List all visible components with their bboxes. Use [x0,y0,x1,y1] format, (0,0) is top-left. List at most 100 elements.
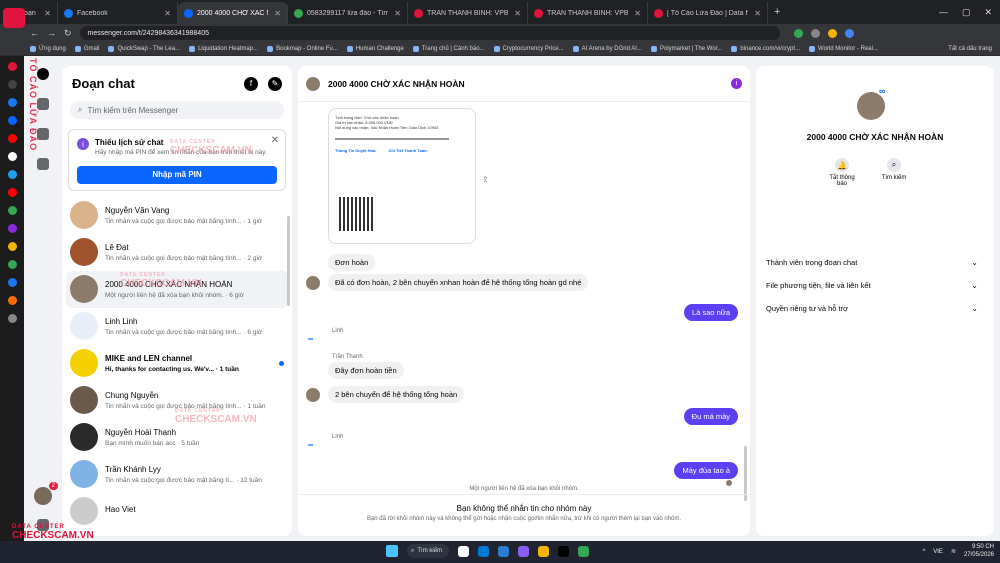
url-field[interactable]: messenger.com/t/24298436341988405 [79,26,780,40]
chevron-up-icon[interactable]: ^ [922,549,925,555]
close-icon[interactable]: ✕ [271,135,279,146]
new-message-icon[interactable]: ✎ [268,76,282,91]
bookmark-item[interactable]: Gmail [74,45,99,52]
maximize-icon[interactable]: ▢ [962,7,971,18]
wifi-icon[interactable]: ≋ [951,548,956,555]
forward-icon[interactable]: → [47,28,56,38]
app-icon[interactable] [518,545,529,557]
back-icon[interactable]: ← [30,28,39,38]
bookmark-item[interactable]: Cryptocurrency Price... [493,45,564,52]
section-media[interactable]: File phương tiện, file và liên kết ⌄ [766,281,978,290]
app-icon[interactable] [7,296,17,305]
close-tab-icon[interactable]: ✕ [394,9,401,18]
conversation-title[interactable]: 2000 4000 CHỜ XÁC NHẬN HOÀN [328,79,465,89]
bookmark-item[interactable]: binance.com/vi/crypt... [731,45,800,52]
bookmark-item[interactable]: QuickSwap - The Lea... [108,45,180,52]
close-tab-icon[interactable]: ✕ [164,9,171,18]
facebook-icon[interactable]: f [244,76,258,91]
app-icon[interactable] [7,98,17,107]
incoming-message[interactable]: 2 bên chuyển để hệ thống tổng hoàn [328,386,465,403]
conversation-item[interactable]: Trần Khánh Lyy Tin nhắn và cuộc gọi được … [62,456,292,493]
bookmark-item[interactable]: Bookmap - Online Fu... [267,45,338,52]
app-icon[interactable] [7,314,17,323]
browser-tab[interactable]: 2000 4000 CHỜ XÁC NHẬN ✕ [178,2,288,24]
extension-icon[interactable] [810,28,820,38]
chats-icon[interactable] [37,68,49,80]
close-tab-icon[interactable]: ✕ [634,9,641,18]
bookmark-item[interactable]: Ứng dụng [30,45,66,52]
requests-icon[interactable] [37,128,49,140]
group-avatar[interactable] [857,92,885,120]
browser-tab[interactable]: TRAN THANH BINH: VPBank 058 ✕ [408,2,528,24]
extension-icon[interactable] [844,28,854,38]
minimize-icon[interactable]: — [939,7,948,18]
app-icon[interactable] [7,242,17,251]
incoming-message[interactable]: Đã có đơn hoàn, 2 bên chuyển xnhan hoàn … [328,274,589,291]
close-tab-icon[interactable]: ✕ [274,9,281,18]
extension-icon[interactable] [827,28,837,38]
app-icon[interactable] [7,152,17,161]
start-icon[interactable] [386,545,398,557]
app-icon[interactable] [7,116,17,125]
bookmark-item[interactable]: Polymarket | The Wor... [650,45,722,52]
chrome-icon[interactable] [578,545,589,557]
browser-tab[interactable]: TRAN THANH BINH: VPBank 058 ✕ [528,2,648,24]
reload-icon[interactable]: ↻ [64,28,72,39]
browser-tab[interactable]: Facebook ✕ [58,2,178,24]
conversation-item[interactable]: Hao Viet [62,493,292,530]
app-icon[interactable] [478,545,489,557]
search-button[interactable]: ⌕ Tìm kiếm [878,158,910,187]
app-icon[interactable] [458,545,469,557]
scrollbar[interactable] [287,216,290,306]
section-members[interactable]: Thành viên trong đoạn chat ⌄ [766,258,978,267]
app-icon[interactable] [7,260,17,269]
app-icon[interactable] [498,545,509,557]
archive-icon[interactable] [37,158,49,170]
app-icon[interactable] [7,278,17,287]
search-input[interactable]: ⌕ Tìm kiếm trên Messenger [70,101,284,119]
conversation-item[interactable]: MIKE and LEN channel Hi, thanks for conta… [62,345,292,382]
outgoing-message[interactable]: Là sao nữa [684,304,738,321]
incoming-message[interactable]: Đây đơn hoàn tiền [328,362,404,379]
outgoing-message[interactable]: Đu má mày [683,408,738,425]
folder-icon[interactable] [538,545,549,557]
conversation-item[interactable]: Lê Đạt Tin nhắn và cuộc gọi được bảo mật … [62,234,292,271]
taskbar-search[interactable]: ⌕ Tìm kiếm [407,544,449,558]
mute-button[interactable]: 🔔 Tắt thông báo [826,158,858,187]
share-icon[interactable]: ⇪ [482,175,489,184]
close-tab-icon[interactable]: ✕ [514,9,521,18]
conversation-item[interactable]: Nguyễn Văn Vang Tin nhắn và cuộc gọi được… [62,197,292,234]
bookmark-item[interactable]: Trang chủ | Cảnh báo... [412,45,485,52]
conversation-item[interactable]: Linh Linh Tin nhắn và cuộc gọi được bảo m… [62,308,292,345]
scrollbar[interactable] [744,446,747,501]
app-icon[interactable] [7,188,17,197]
app-icon[interactable] [7,206,17,215]
close-tab-icon[interactable]: ✕ [44,9,51,18]
browser-tab[interactable]: [ Tố Cáo Lừa Đảo ] Data hệ thống ✕ [648,2,768,24]
browser-tab[interactable]: 0583299117 lừa đảo - Tìm với G ✕ [288,2,408,24]
extension-icon[interactable] [793,28,803,38]
shared-image[interactable]: Tình trạng đơn: Chờ xác nhận hoàn Giá tr… [328,108,476,244]
bookmark-item[interactable]: Liquidation Heatmap... [189,45,258,52]
info-icon[interactable]: i [731,78,742,89]
app-icon[interactable] [7,170,17,179]
marketplace-icon[interactable] [37,98,49,110]
close-window-icon[interactable]: ✕ [984,7,992,18]
sender-avatar[interactable] [306,276,320,290]
clock[interactable]: 9:50 CH 27/05/2026 [964,544,994,560]
group-avatar[interactable] [306,76,320,91]
app-icon[interactable] [558,545,569,557]
profile-avatar[interactable]: 2 [34,482,58,505]
sender-avatar[interactable] [306,388,320,402]
enter-pin-button[interactable]: Nhập mã PIN [77,165,277,184]
close-tab-icon[interactable]: ✕ [754,9,761,18]
language-indicator[interactable]: VIE [933,549,943,555]
all-bookmarks-link[interactable]: Tất cả dấu trang [948,46,1000,52]
incoming-message[interactable]: Đơn hoàn [328,254,376,271]
app-icon[interactable] [7,224,17,233]
app-icon[interactable] [7,80,17,89]
bookmark-item[interactable]: Human Challenge [346,45,404,52]
outgoing-message[interactable]: Mày đùa tao à [674,462,738,479]
bookmark-item[interactable]: World Monitor - Real... [809,45,878,52]
app-icon[interactable] [7,62,17,71]
